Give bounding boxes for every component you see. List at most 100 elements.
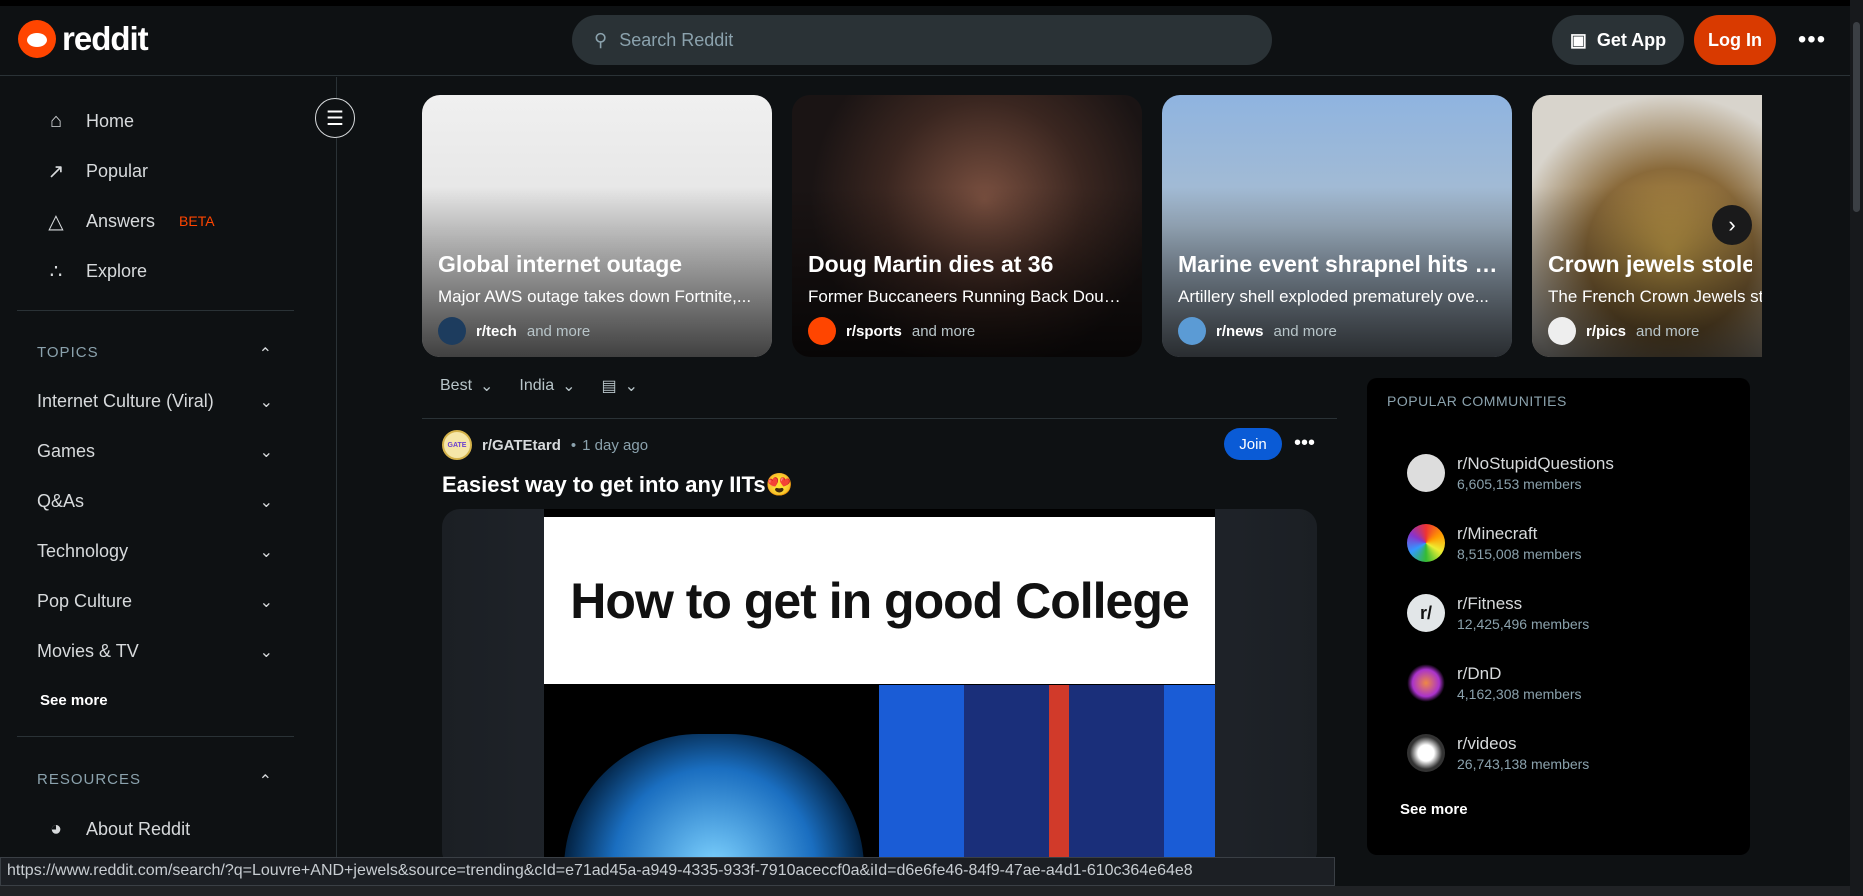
community-members: 8,515,008 members (1457, 546, 1582, 562)
community-members: 26,743,138 members (1457, 756, 1590, 772)
community-avatar (1548, 317, 1576, 345)
sidebar-item-label: Popular (86, 160, 149, 181)
collapse-sidebar-button[interactable]: ☰ (315, 98, 355, 138)
post-title[interactable]: Easiest way to get into any IITs😍 (442, 472, 793, 498)
meme-caption: How to get in good College (544, 517, 1215, 684)
sidebar-item-home[interactable]: ⌂ Home (44, 109, 134, 133)
card-subtitle: Former Buccaneers Running Back Doug... (808, 287, 1126, 306)
card-community: r/news (1216, 322, 1264, 340)
community-item[interactable]: r/r/Fitness 12,425,496 members (1407, 594, 1589, 632)
post-media[interactable]: How to get in good College (442, 509, 1317, 869)
view-dropdown[interactable]: ▤ ⌄ (602, 376, 639, 396)
community-item[interactable]: r/DnD 4,162,308 members (1407, 664, 1582, 702)
community-avatar (438, 317, 466, 345)
post-options-icon[interactable]: ••• (1294, 432, 1315, 455)
popular-communities-panel: POPULAR COMMUNITIES r/NoStupidQuestions 6… (1367, 378, 1750, 855)
card-community: r/tech (476, 322, 517, 340)
community-item[interactable]: r/Minecraft 8,515,008 members (1407, 524, 1582, 562)
snoo-icon (18, 20, 56, 58)
login-button[interactable]: Log In (1694, 15, 1776, 65)
chevron-up-icon: ⌃ (258, 346, 273, 363)
scrollbar-thumb[interactable] (1853, 22, 1860, 212)
carousel-card[interactable]: Marine event shrapnel hits c... Artiller… (1162, 95, 1512, 357)
community-avatar: r/ (1407, 594, 1445, 632)
community-name: r/DnD (1457, 664, 1502, 683)
carousel-card[interactable]: Doug Martin dies at 36 Former Buccaneers… (792, 95, 1142, 357)
carousel-next-button[interactable]: › (1712, 205, 1752, 245)
topic-item[interactable]: Q&As ⌄ (37, 491, 273, 512)
region-label: India (519, 377, 555, 394)
card-more: and more (1636, 322, 1700, 340)
search-bar[interactable]: ⚲ (572, 15, 1272, 65)
tie-image (1049, 685, 1069, 869)
card-more: and more (526, 322, 591, 340)
card-community: r/sports (846, 322, 902, 340)
chevron-down-icon: ⌄ (259, 643, 273, 661)
get-app-button[interactable]: ▣ Get App (1552, 15, 1684, 65)
community-avatar (1407, 664, 1445, 702)
sort-dropdown[interactable]: Best ⌄ (440, 376, 493, 396)
sort-label: Best (440, 377, 473, 394)
topic-label: Games (37, 441, 96, 461)
sidebar-item-label: About Reddit (86, 818, 191, 839)
community-avatar[interactable]: GATE (442, 430, 472, 460)
community-item[interactable]: r/NoStupidQuestions 6,605,153 members (1407, 454, 1614, 492)
topics-see-more[interactable]: See more (40, 692, 108, 709)
community-avatar (1407, 734, 1445, 772)
card-view-icon: ▤ (601, 378, 617, 395)
page-scrollbar[interactable] (1850, 0, 1863, 896)
qr-code-icon: ▣ (1569, 29, 1587, 50)
chevron-down-icon: ⌄ (259, 393, 273, 411)
separator-dot: • (570, 436, 577, 454)
sidebar-item-popular[interactable]: ↗ Popular (44, 159, 148, 183)
post-time: 1 day ago (582, 436, 649, 454)
topic-item[interactable]: Movies & TV ⌄ (37, 641, 273, 662)
chevron-down-icon: ⌄ (259, 493, 273, 511)
topic-label: Pop Culture (37, 591, 133, 611)
carousel-card[interactable]: Global internet outage Major AWS outage … (422, 95, 772, 357)
community-name: r/Fitness (1457, 594, 1523, 613)
chevron-down-icon: ⌄ (562, 378, 576, 395)
topic-item[interactable]: Games ⌄ (37, 441, 273, 462)
card-title: Global internet outage (438, 251, 683, 277)
sidebar-item-about-reddit[interactable]: ◕ About Reddit (44, 817, 190, 841)
sidebar-item-label: Answers (86, 210, 156, 231)
search-input[interactable] (619, 29, 1220, 51)
answers-icon: △ (48, 210, 64, 233)
sidebar-item-label: Explore (86, 260, 148, 281)
chevron-down-icon: ⌄ (624, 378, 639, 395)
reddit-alien-icon: ◕ (49, 817, 63, 840)
sidebar-item-answers[interactable]: △ Answers BETA (44, 209, 214, 233)
community-members: 4,162,308 members (1457, 686, 1582, 702)
meme-image: How to get in good College (544, 509, 1215, 869)
more-options-icon[interactable]: ••• (1796, 26, 1828, 54)
home-icon: ⌂ (49, 109, 63, 132)
chevron-up-icon: ⌃ (258, 773, 273, 790)
resources-section-header[interactable]: RESOURCES ⌃ (37, 771, 273, 791)
communities-see-more[interactable]: See more (1400, 801, 1468, 818)
card-title: Crown jewels stolen (1548, 251, 1752, 277)
topic-item[interactable]: Technology ⌄ (37, 541, 273, 562)
divider (17, 310, 294, 311)
top-header: reddit ⚲ ▣ Get App Log In ••• (0, 6, 1850, 76)
brain-image (564, 734, 864, 869)
reddit-logo[interactable]: reddit (18, 20, 149, 58)
topic-label: Internet Culture (Viral) (37, 391, 214, 411)
community-avatar (1407, 524, 1445, 562)
logo-text: reddit (62, 20, 149, 57)
topics-section-header[interactable]: TOPICS ⌃ (37, 344, 273, 364)
bottom-strip (0, 886, 1850, 896)
join-button[interactable]: Join (1224, 428, 1282, 460)
region-dropdown[interactable]: India ⌄ (519, 376, 575, 396)
community-item[interactable]: r/videos 26,743,138 members (1407, 734, 1589, 772)
card-title: Marine event shrapnel hits c... (1178, 251, 1502, 277)
topic-item[interactable]: Pop Culture ⌄ (37, 591, 273, 612)
topic-item[interactable]: Internet Culture (Viral) ⌄ (37, 391, 273, 412)
card-more: and more (1273, 322, 1337, 340)
sidebar-item-explore[interactable]: ∴ Explore (44, 259, 147, 283)
post-community-link[interactable]: r/GATEtard (482, 437, 561, 454)
left-sidebar: ⌂ Home ↗ Popular △ Answers BETA ∴ Explore TOP… (0, 77, 337, 857)
community-name: r/Minecraft (1457, 524, 1538, 543)
link-status-bar: https://www.reddit.com/search/?q=Louvre+… (0, 857, 1335, 886)
card-subtitle: The French Crown Jewels stolen (1548, 287, 1762, 306)
